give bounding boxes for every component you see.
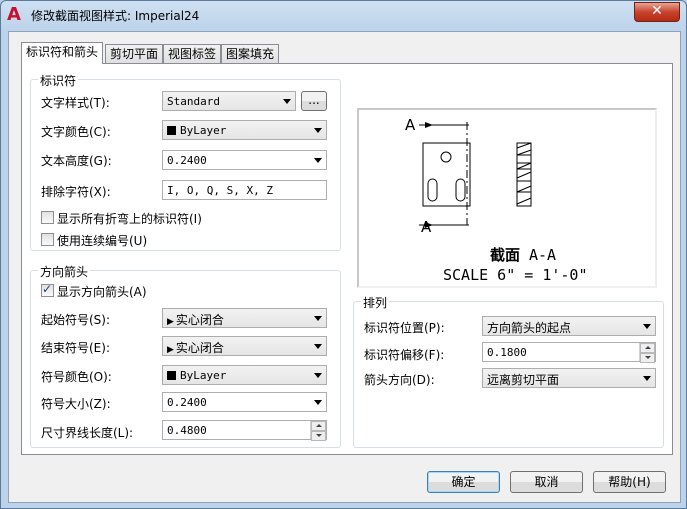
exclude-chars-label: 排除字符(X): [41,185,111,199]
section-preview-drawing: A A 截面 A-A SCALE 6" = 1'-0" [405,116,588,284]
preview-marker-top: A [405,116,416,134]
symbol-color-label: 符号颜色(O): [41,370,112,384]
start-symbol-label: 起始符号(S): [41,313,111,327]
text-color-value: ByLayer [167,124,226,137]
symbol-size-label: 符号大小(Z): [41,397,111,411]
close-button[interactable]: ✕ [634,2,680,22]
identifier-position-label: 标识符位置(P): [364,321,445,335]
end-symbol-select[interactable]: ▶ 实心闭合 [162,336,327,356]
identifier-offset-value: 0.1800 [487,346,527,359]
show-arrows-label[interactable]: 显示方向箭头(A) [57,283,147,300]
closed-arrow-icon: ▶ [167,317,174,327]
symbol-color-select[interactable]: ByLayer [162,365,327,385]
window-title: 修改截面视图样式: Imperial24 [31,9,200,23]
preview-arrow-top [425,122,433,128]
identifier-offset-spinner[interactable]: 0.1800 [482,342,656,363]
text-color-text: ByLayer [180,124,227,137]
text-color-select[interactable]: ByLayer [162,120,327,140]
cancel-button[interactable]: 取消 [510,471,583,493]
start-symbol-select[interactable]: ▶ 实心闭合 [162,308,327,328]
tab-panel: 标识符 文字样式(T): Standard ... 文字颜色(C): ByLay… [21,63,673,455]
tab-cutting-plane[interactable]: 剪切平面 [105,44,164,63]
spin-down-icon[interactable] [640,353,655,363]
autocad-app-icon: A [7,4,21,25]
chevron-down-icon [643,324,651,329]
exclude-chars-value: I, O, Q, S, X, Z [167,184,273,197]
spin-up-icon[interactable] [640,343,655,353]
spinner-arrows[interactable] [310,421,326,441]
tab-view-label[interactable]: 视图标签 [163,44,222,63]
identifier-group-title: 标识符 [38,72,79,89]
text-color-label: 文字颜色(C): [41,125,111,139]
end-symbol-value: ▶ 实心闭合 [167,339,224,356]
show-all-bends-checkbox[interactable] [41,211,54,224]
preview-scale-text: SCALE 6" = 1'-0" [443,266,588,282]
spinner-arrows[interactable] [639,343,655,363]
identifier-group: 标识符 文字样式(T): Standard ... 文字颜色(C): ByLay… [30,72,341,251]
closed-arrow-icon: ▶ [167,345,174,355]
layout-group: 排列 标识符位置(P): 方向箭头的起点 标识符偏移(F): 0.1800 箭头… [353,294,664,448]
chevron-down-icon [314,316,322,321]
end-symbol-text: 实心闭合 [175,341,224,355]
text-style-label: 文字样式(T): [41,96,110,110]
start-symbol-text: 实心闭合 [175,313,224,327]
symbol-color-value: ByLayer [167,369,226,382]
preview-label-id: A-A [529,246,556,264]
text-style-select[interactable]: Standard [162,91,296,111]
extension-length-spinner[interactable]: 0.4800 [162,420,327,441]
color-swatch-icon [167,371,176,380]
dialog-window: A 修改截面视图样式: Imperial24 ✕ 标识符和箭头 剪切平面 视图标… [0,0,687,509]
symbol-size-value: 0.2400 [167,396,207,409]
identifier-position-value: 方向箭头的起点 [487,321,572,335]
tab-identifiers-arrows[interactable]: 标识符和箭头 [21,42,104,64]
end-symbol-label: 结束符号(E): [41,341,110,355]
title-bar: A 修改截面视图样式: Imperial24 ✕ [1,1,686,29]
direction-arrows-group-title: 方向箭头 [38,263,91,280]
symbol-color-text: ByLayer [180,369,227,382]
exclude-chars-input[interactable]: I, O, Q, S, X, Z [162,180,327,200]
chevron-down-icon [283,99,291,104]
dialog-client: 标识符和箭头 剪切平面 视图标签 图案填充 标识符 文字样式(T): Stand… [8,31,681,503]
spin-down-icon[interactable] [311,431,326,441]
chevron-down-icon [314,400,322,405]
text-style-value: Standard [167,95,220,108]
preview-marker-bottom: A [421,218,432,236]
chevron-down-icon [314,128,322,133]
extension-length-label: 尺寸界线长度(L): [41,426,134,440]
chevron-down-icon [314,158,322,163]
section-preview: A A 截面 A-A SCALE 6" = 1'-0" [357,108,657,288]
chevron-down-icon [643,376,651,381]
arrow-direction-label: 箭头方向(D): [364,373,435,387]
color-swatch-icon [167,126,176,135]
ok-button[interactable]: 确定 [427,471,500,493]
start-symbol-value: ▶ 实心闭合 [167,311,224,328]
text-height-combo[interactable]: 0.2400 [162,150,327,170]
preview-label-bold: 截面 [490,246,520,264]
layout-group-title: 排列 [361,294,390,311]
spin-up-icon[interactable] [311,421,326,431]
arrow-direction-value: 远离剪切平面 [487,373,560,387]
continuous-numbering-label[interactable]: 使用连续编号(U) [57,232,147,249]
arrow-direction-select[interactable]: 远离剪切平面 [482,368,656,388]
extension-length-value: 0.4800 [167,424,207,437]
identifier-offset-label: 标识符偏移(F): [364,348,445,362]
chevron-down-icon [314,344,322,349]
help-button[interactable]: 帮助(H) [593,471,666,493]
symbol-size-combo[interactable]: 0.2400 [162,392,327,412]
continuous-numbering-checkbox[interactable] [41,233,54,246]
show-all-bends-label[interactable]: 显示所有折弯上的标识符(I) [57,210,202,227]
text-height-value: 0.2400 [167,154,207,167]
direction-arrows-group: 方向箭头 显示方向箭头(A) 起始符号(S): ▶实心闭合 结束符号(E): ▶… [30,263,341,448]
chevron-down-icon [314,373,322,378]
text-height-label: 文本高度(G): [41,154,112,168]
tab-hatch[interactable]: 图案填充 [221,44,280,63]
identifier-position-select[interactable]: 方向箭头的起点 [482,316,656,336]
show-arrows-checkbox[interactable] [41,282,54,297]
text-style-browse-button[interactable]: ... [301,91,327,111]
